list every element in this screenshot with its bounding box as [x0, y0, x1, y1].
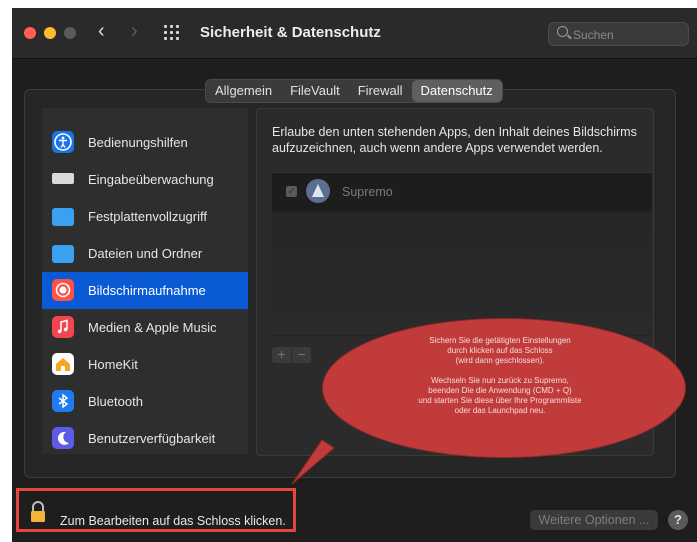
- sidebar-item-benutzerverfuegbarkeit[interactable]: Benutzerverfügbarkeit: [42, 420, 248, 454]
- sidebar-item-label: Medien & Apple Music: [88, 320, 217, 335]
- remove-app-button[interactable]: −: [292, 347, 311, 363]
- search-icon: [557, 26, 568, 37]
- sidebar-item-label: HomeKit: [88, 357, 138, 372]
- sidebar-item-label: Eingabeüberwachung: [88, 172, 214, 187]
- sidebar-item-homekit[interactable]: HomeKit: [42, 346, 248, 383]
- lock-label[interactable]: Zum Bearbeiten auf das Schloss klicken.: [60, 514, 286, 528]
- screen-recording-icon: [52, 279, 74, 301]
- sidebar-item-label: Bedienungshilfen: [88, 135, 188, 150]
- tab-bar: Allgemein FileVault Firewall Datenschutz: [205, 79, 503, 103]
- music-icon: [52, 316, 74, 338]
- bluetooth-icon: [52, 390, 74, 412]
- callout-line: und starten Sie diese über Ihre Programm…: [418, 396, 582, 405]
- minimize-window-button[interactable]: [44, 27, 56, 39]
- sidebar-item-label: Bluetooth: [88, 394, 143, 409]
- list-item[interactable]: ✓ Supremo: [272, 173, 652, 211]
- show-all-grid-icon[interactable]: [164, 25, 180, 41]
- search-input[interactable]: [571, 23, 687, 47]
- more-options-button[interactable]: Weitere Optionen ...: [530, 510, 658, 530]
- blurred-app-list-area: [272, 213, 652, 335]
- sidebar-item-medien-apple-music[interactable]: Medien & Apple Music: [42, 309, 248, 346]
- sidebar-item-festplattenvollzugriff[interactable]: Festplattenvollzugriff: [42, 198, 248, 235]
- sidebar-item-dateien-und-ordner[interactable]: Dateien und Ordner: [42, 235, 248, 272]
- keyboard-icon: [52, 173, 74, 184]
- tab-filevault[interactable]: FileVault: [281, 80, 349, 102]
- supremo-app-icon: [306, 179, 330, 203]
- search-field[interactable]: [548, 22, 689, 47]
- moon-icon: [52, 427, 74, 449]
- tab-allgemein[interactable]: Allgemein: [206, 80, 281, 102]
- zoom-window-button[interactable]: [64, 27, 76, 39]
- callout-line: (wird dann geschlossen).: [455, 356, 545, 365]
- sidebar-item-bildschirmaufnahme[interactable]: Bildschirmaufnahme: [42, 272, 248, 309]
- folder-icon: [52, 208, 74, 226]
- close-window-button[interactable]: [24, 27, 36, 39]
- forward-arrow-icon[interactable]: ›: [131, 20, 138, 43]
- callout-line: durch klicken auf das Schloss: [447, 346, 553, 355]
- help-button[interactable]: ?: [668, 510, 688, 530]
- folder-icon: [52, 245, 74, 263]
- back-arrow-icon[interactable]: ‹: [98, 20, 105, 43]
- title-bar: ‹ › Sicherheit & Datenschutz: [12, 8, 697, 59]
- privacy-sidebar: Bedienungshilfen Eingabeüberwachung Fest…: [42, 108, 248, 454]
- tab-datenschutz[interactable]: Datenschutz: [411, 80, 502, 102]
- sidebar-item-label: Dateien und Ordner: [88, 246, 203, 261]
- callout-text: Sichern Sie die getätigten Einstellungen…: [380, 336, 620, 416]
- window-title: Sicherheit & Datenschutz: [200, 24, 381, 41]
- callout-line: Wechseln Sie nun zurück zu Supremo,: [431, 376, 569, 385]
- sidebar-item-bedienungshilfen[interactable]: Bedienungshilfen: [42, 124, 248, 161]
- sidebar-item-label: Benutzerverfügbarkeit: [88, 431, 216, 446]
- callout-line: beenden Die die Anwendung (CMD + Q): [428, 386, 572, 395]
- sidebar-item-bluetooth[interactable]: Bluetooth: [42, 383, 248, 420]
- accessibility-icon: [52, 131, 74, 153]
- privacy-description: Erlaube den unten stehenden Apps, den In…: [272, 125, 637, 155]
- add-app-button[interactable]: +: [272, 347, 291, 363]
- callout-line: oder das Launchpad neu.: [454, 406, 546, 415]
- sidebar-item-label: Bildschirmaufnahme: [88, 283, 206, 298]
- sidebar-item-label: Festplattenvollzugriff: [88, 209, 207, 224]
- callout-tail: [291, 440, 334, 485]
- app-checkbox[interactable]: ✓: [286, 186, 297, 197]
- callout-line: Sichern Sie die getätigten Einstellungen: [429, 336, 571, 345]
- sidebar-item-eingabeueberwachung[interactable]: Eingabeüberwachung: [42, 161, 248, 198]
- app-name: Supremo: [342, 185, 393, 199]
- home-icon: [52, 353, 74, 375]
- lock-icon[interactable]: [30, 501, 46, 523]
- app-list: ✓ Supremo: [272, 172, 652, 336]
- tab-firewall[interactable]: Firewall: [349, 80, 412, 102]
